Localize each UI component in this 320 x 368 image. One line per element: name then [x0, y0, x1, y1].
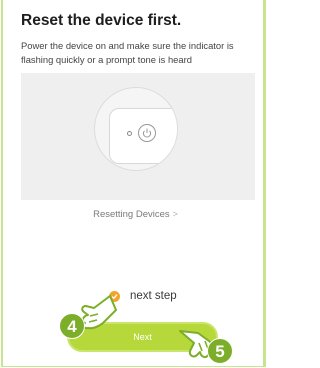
- page-title: Reset the device first.: [21, 12, 182, 29]
- device-illustration: [21, 73, 255, 200]
- power-icon: [138, 124, 156, 142]
- step-badge-5: 5: [207, 338, 233, 364]
- chevron-right-icon: >: [172, 209, 178, 219]
- device-body: [109, 108, 177, 164]
- resetting-devices-label: Resetting Devices: [93, 209, 170, 220]
- device-circle: [94, 87, 178, 171]
- indicator-light-icon: [127, 131, 132, 136]
- page-description: Power the device on and make sure the in…: [21, 40, 234, 65]
- step-badge-4: 4: [59, 313, 85, 339]
- resetting-devices-link[interactable]: Resetting Devices >: [3, 209, 268, 220]
- next-step-label: next step: [130, 290, 177, 302]
- screen-frame: Reset the device first. Power the device…: [1, 0, 266, 367]
